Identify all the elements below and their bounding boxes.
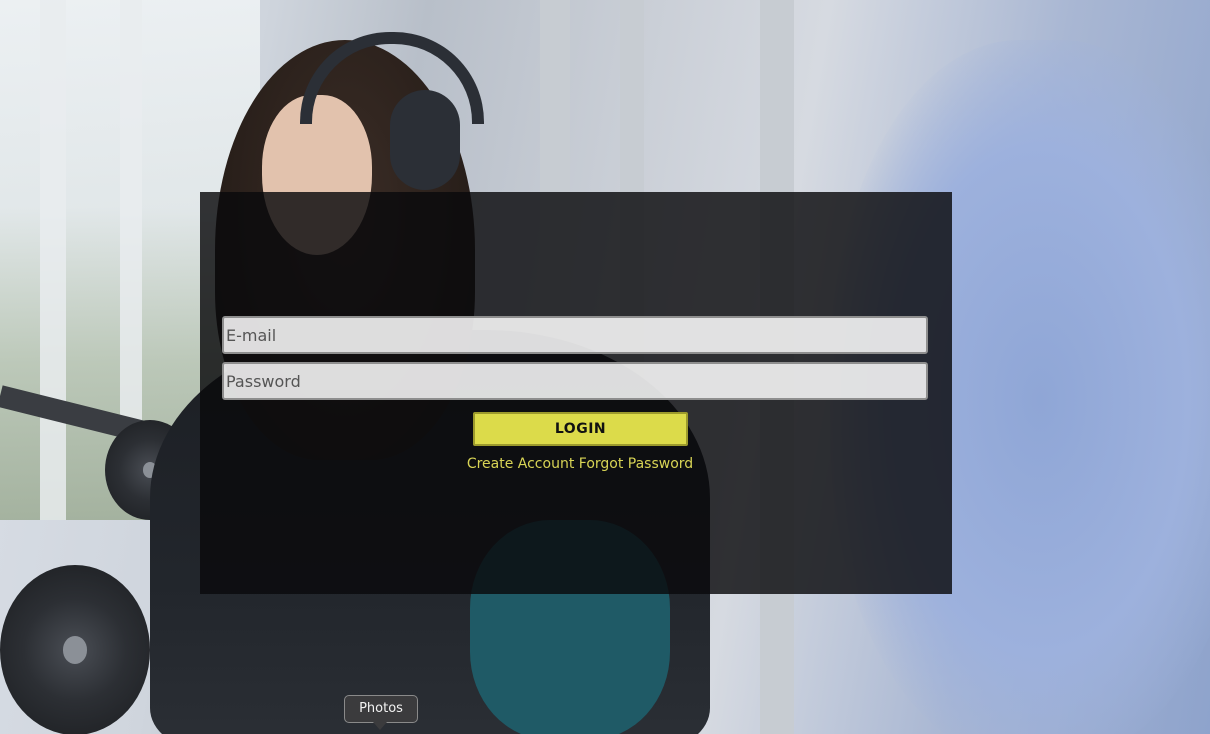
- password-field[interactable]: [222, 362, 928, 400]
- window-frame: [40, 0, 66, 520]
- email-field[interactable]: [222, 316, 928, 354]
- tooltip-arrow: [373, 722, 387, 730]
- login-button[interactable]: LOGIN: [473, 412, 688, 446]
- forgot-password-link[interactable]: Forgot Password: [579, 456, 693, 472]
- weight-plate: [0, 565, 150, 734]
- tooltip-label: Photos: [359, 701, 403, 716]
- photos-tooltip: Photos: [344, 695, 418, 723]
- account-links: Create Account Forgot Password: [200, 456, 960, 472]
- login-panel: LOGIN Create Account Forgot Password: [200, 192, 952, 594]
- headphones-earcup: [390, 90, 460, 190]
- window-frame: [120, 0, 142, 480]
- create-account-link[interactable]: Create Account: [467, 456, 575, 472]
